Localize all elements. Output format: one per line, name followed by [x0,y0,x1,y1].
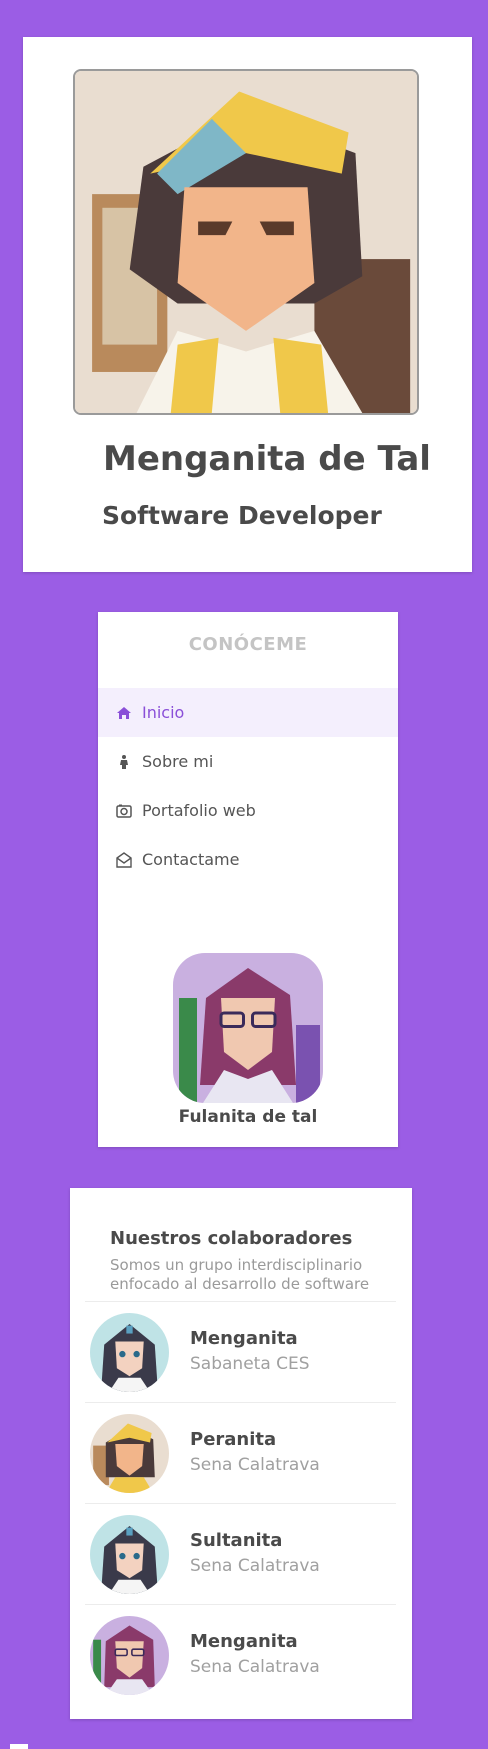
home-icon [116,705,132,721]
person-icon [116,754,132,770]
collaborator-place: Sena Calatrava [190,1556,320,1576]
list-item[interactable]: Sultanita Sena Calatrava [85,1503,396,1604]
menu-card: CONÓCEME Inicio Sobre mi Portafolio web … [98,612,398,1147]
menu-item-label: Inicio [142,703,185,722]
menu-item-label: Contactame [142,850,240,869]
footer-marker [10,1744,28,1749]
menu-list: Inicio Sobre mi Portafolio web Contactam… [98,688,398,884]
menu-title: CONÓCEME [188,634,308,655]
collaborators-title: Nuestros colaboradores [110,1228,353,1249]
collaborators-list: Menganita Sabaneta CES Peranita Sena Cal… [85,1301,396,1705]
list-item[interactable]: Menganita Sabaneta CES [85,1301,396,1402]
list-item[interactable]: Peranita Sena Calatrava [85,1402,396,1503]
profile-name: Menganita de Tal [103,439,431,479]
menu-item-sobre-mi[interactable]: Sobre mi [98,737,398,786]
menu-item-contactame[interactable]: Contactame [98,835,398,884]
collaborators-subtitle: Somos un grupo interdisciplinario enfoca… [110,1256,370,1293]
fulanita-avatar [173,953,323,1103]
camera-icon [116,803,132,819]
profile-photo [73,69,419,415]
list-item[interactable]: Menganita Sena Calatrava [85,1604,396,1705]
envelope-icon [116,851,132,868]
collaborator-name: Sultanita [190,1530,283,1551]
profile-card: Menganita de Tal Software Developer [23,37,472,572]
menu-item-portafolio[interactable]: Portafolio web [98,786,398,835]
collaborator-place: Sabaneta CES [190,1354,310,1374]
collaborator-name: Menganita [190,1328,298,1349]
menu-item-inicio[interactable]: Inicio [98,688,398,737]
avatar [90,1515,169,1594]
menu-item-label: Sobre mi [142,752,214,771]
collaborator-name: Menganita [190,1631,298,1652]
collaborator-place: Sena Calatrava [190,1657,320,1677]
avatar-name: Fulanita de tal [178,1107,318,1127]
avatar [90,1616,169,1695]
collaborators-card: Nuestros colaboradores Somos un grupo in… [70,1188,412,1719]
collaborator-place: Sena Calatrava [190,1455,320,1475]
collaborator-name: Peranita [190,1429,277,1450]
menu-item-label: Portafolio web [142,801,256,820]
avatar [90,1313,169,1392]
avatar [90,1414,169,1493]
profile-role: Software Developer [102,501,382,530]
